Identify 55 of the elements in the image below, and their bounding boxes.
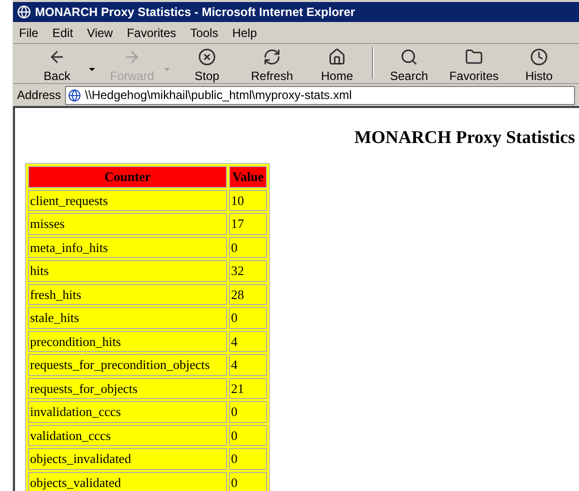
column-header: Counter: [28, 166, 227, 188]
table-cell: 4: [229, 330, 267, 352]
forward-arrow-icon: [123, 48, 141, 66]
window-title: MONARCH Proxy Statistics - Microsoft Internet Explorer: [35, 4, 356, 21]
address-field[interactable]: \\Hedgehog\mikhail\public_html\myproxy-stats.xml: [65, 86, 575, 104]
table-cell: 32: [229, 260, 267, 282]
stop-icon: [198, 48, 216, 66]
menu-item[interactable]: View: [87, 24, 113, 42]
table-cell: 0: [229, 448, 267, 470]
page-heading: MONARCH Proxy Statistics: [354, 126, 575, 149]
menu-item[interactable]: Favorites: [126, 24, 176, 42]
clock-icon: [530, 48, 548, 66]
table-cell: objects_invalidated: [28, 448, 227, 470]
column-header: Value: [229, 166, 267, 188]
menu-item[interactable]: Help: [232, 24, 257, 42]
table-cell: objects_validated: [28, 472, 227, 491]
menu-item[interactable]: Edit: [52, 24, 74, 42]
address-label: Address: [17, 87, 62, 104]
toolbar-button[interactable]: Back: [27, 44, 87, 83]
table-cell: requests_for_objects: [28, 378, 227, 399]
toolbar-button[interactable]: Favorites: [444, 44, 504, 83]
table-cell: validation_cccs: [28, 424, 227, 446]
search-icon: [400, 48, 418, 66]
table-cell: 0: [229, 401, 267, 422]
table-cell: invalidation_cccs: [28, 401, 227, 422]
table-cell: hits: [28, 260, 227, 282]
table-cell: 17: [229, 213, 267, 234]
table-cell: precondition_hits: [28, 330, 227, 352]
table-cell: 28: [229, 284, 267, 305]
refresh-icon: [263, 48, 281, 66]
home-icon: [328, 48, 346, 66]
dropdown-arrow-icon[interactable]: [89, 68, 95, 71]
table-cell: 0: [229, 472, 267, 491]
folder-icon: [465, 48, 483, 66]
table-cell: stale_hits: [28, 307, 227, 328]
table-cell: 0: [229, 236, 267, 258]
menu-item[interactable]: Tools: [190, 24, 218, 42]
toolbar-button[interactable]: Home: [307, 44, 367, 83]
table-cell: fresh_hits: [28, 284, 227, 305]
table-cell: 4: [229, 354, 267, 376]
menu-item[interactable]: File: [19, 24, 38, 42]
table-cell: client_requests: [28, 190, 227, 211]
table-cell: 21: [229, 378, 267, 399]
browser-logo-icon: [17, 5, 31, 19]
table-cell: requests_for_precondition_objects: [28, 354, 227, 376]
table-cell: meta_info_hits: [28, 236, 227, 258]
table-cell: 10: [229, 190, 267, 211]
toolbar-button[interactable]: Search: [379, 44, 439, 83]
toolbar-button[interactable]: Refresh: [242, 44, 302, 83]
table-cell: 0: [229, 424, 267, 446]
table-cell: misses: [28, 213, 227, 234]
toolbar-button[interactable]: Stop: [177, 44, 237, 83]
toolbar-button[interactable]: Histo: [509, 44, 569, 83]
table-cell: 0: [229, 307, 267, 328]
page-icon: [68, 88, 82, 102]
